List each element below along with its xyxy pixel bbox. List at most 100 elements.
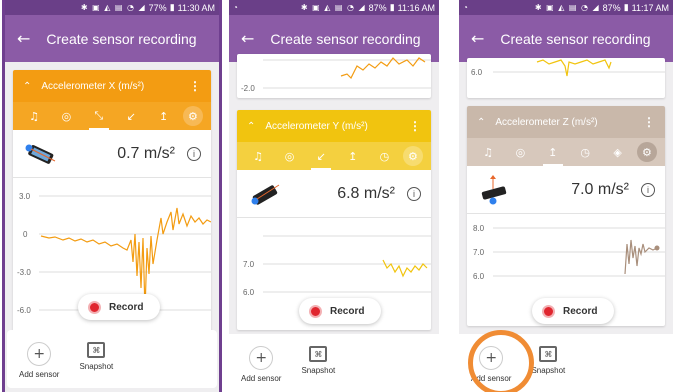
ambient-light-icon[interactable]: ◎ — [53, 110, 79, 123]
record-label: Record — [330, 305, 365, 317]
phone-screen-z: ◔ ✱ ▣ ◭ ▤ ◔ ◢ 87% ▮ 11:17 AM ← Create se… — [459, 0, 673, 392]
magnetometer-icon[interactable]: ◈ — [605, 146, 631, 159]
bottom-action-bar: + Add sensor ⌘ Snapshot — [459, 330, 673, 392]
sensor-card-header[interactable]: ⌃ Accelerometer Y (m/s²) ⋮ — [237, 110, 431, 142]
sensor-value: 6.8 m/s² — [337, 184, 395, 202]
record-button[interactable]: Record — [78, 294, 160, 320]
notification-icon: ◔ — [463, 3, 468, 12]
page-title: Create sensor recording — [270, 30, 421, 47]
sensor-reading-row: 6.8 m/s² i — [237, 170, 431, 218]
gear-icon[interactable]: ⚙ — [182, 106, 203, 126]
snapshot-icon: ⌘ — [539, 346, 558, 362]
previous-card-chart: 6.0 — [467, 58, 665, 98]
accel-y-icon[interactable]: ↙ — [308, 150, 334, 170]
accel-y-icon[interactable]: ↙ — [118, 110, 144, 123]
record-icon — [309, 304, 322, 318]
more-vert-icon[interactable]: ⋮ — [409, 119, 421, 133]
bottom-action-bar: + Add sensor ⌘ Snapshot — [7, 330, 217, 388]
sound-icon[interactable]: ♫ — [245, 150, 271, 163]
sensor-trace — [536, 59, 612, 77]
y-tick: -3.0 — [17, 268, 31, 277]
sensor-reading-row: 0.7 m/s² i — [13, 130, 211, 178]
status-bar: ◔ ✱ ▣ ◭ ▤ ◔ ◢ 87% ▮ 11:17 AM — [459, 0, 673, 15]
record-icon — [88, 300, 101, 314]
chart-endpoint — [654, 245, 660, 251]
sensor-tabs: ♫ ◎ ↙ ↥ ◷ ⚙ — [237, 142, 431, 170]
arrow-left-icon[interactable]: ← — [471, 29, 484, 48]
page-title: Create sensor recording — [46, 30, 197, 47]
sound-icon[interactable]: ♫ — [21, 110, 47, 123]
battery-percent: 87% — [368, 2, 387, 13]
y-tick: -6.0 — [17, 306, 31, 315]
gear-icon[interactable]: ⚙ — [402, 146, 423, 166]
arrow-left-icon[interactable]: ← — [17, 29, 30, 48]
phone-screen-x: ✱ ▣ ◭ ▤ ◔ ◢ 77% ▮ 11:30 AM ← Create sens… — [2, 0, 222, 392]
snapshot-button[interactable]: ⌘ Snapshot — [531, 346, 565, 375]
status-time: 11:30 AM — [177, 2, 215, 13]
accel-z-icon[interactable]: ↥ — [151, 110, 177, 123]
chevron-up-icon[interactable]: ⌃ — [247, 121, 255, 132]
highlight-circle — [468, 330, 534, 392]
screenshot-stage: ✱ ▣ ◭ ▤ ◔ ◢ 77% ▮ 11:30 AM ← Create sens… — [0, 0, 675, 392]
sensor-card-header[interactable]: ⌃ Accelerometer X (m/s²) ⋮ — [13, 70, 211, 102]
add-sensor-button[interactable]: + Add sensor — [19, 342, 59, 379]
app-bar: ← Create sensor recording — [459, 15, 673, 62]
bottom-action-bar: + Add sensor ⌘ Snapshot — [229, 334, 439, 392]
info-icon[interactable]: i — [641, 182, 655, 197]
status-icons: ✱ ▣ ◭ ▤ ◔ ◢ — [80, 3, 146, 12]
status-icons: ✱ ▣ ◭ ▤ ◔ ◢ — [300, 3, 366, 12]
y-tick: 7.0 — [473, 248, 485, 257]
more-vert-icon[interactable]: ⋮ — [189, 79, 201, 93]
accel-z-icon[interactable]: ↥ — [340, 150, 366, 163]
snapshot-label: Snapshot — [301, 366, 336, 375]
battery-icon: ▮ — [169, 2, 175, 12]
app-bar: ← Create sensor recording — [5, 15, 219, 62]
compass-icon[interactable]: ◷ — [572, 146, 598, 159]
record-icon — [542, 304, 555, 318]
add-sensor-label: Add sensor — [19, 370, 60, 379]
phone-screen-y: ◔ ✱ ▣ ◭ ▤ ◔ ◢ 87% ▮ 11:16 AM ← Create se… — [229, 0, 439, 392]
record-button[interactable]: Record — [532, 298, 614, 324]
record-label: Record — [109, 301, 144, 313]
info-icon[interactable]: i — [407, 186, 421, 201]
sensor-trace — [624, 239, 658, 275]
accel-x-icon[interactable]: ⤡ — [86, 109, 112, 130]
battery-percent: 87% — [602, 2, 621, 13]
status-time: 11:16 AM — [397, 2, 435, 13]
sensor-trace — [382, 259, 428, 278]
y-tick: 6.0 — [471, 68, 483, 77]
snapshot-button[interactable]: ⌘ Snapshot — [301, 346, 335, 375]
ambient-light-icon[interactable]: ◎ — [277, 150, 303, 163]
battery-icon: ▮ — [623, 2, 629, 12]
content-area: 6.0 ⌃ Accelerometer Z (m/s²) ⋮ ♫ ◎ ↥ ◷ ◈… — [459, 58, 673, 392]
add-sensor-button[interactable]: + Add sensor — [241, 346, 281, 383]
add-sensor-button[interactable]: + Add sensor — [468, 330, 534, 392]
arrow-left-icon[interactable]: ← — [241, 29, 254, 48]
sensor-chart: 8.0 7.0 6.0 — [467, 214, 665, 304]
status-bar: ◔ ✱ ▣ ◭ ▤ ◔ ◢ 87% ▮ 11:16 AM — [229, 0, 439, 15]
chevron-up-icon[interactable]: ⌃ — [477, 117, 485, 128]
record-button[interactable]: Record — [299, 298, 381, 324]
compass-icon[interactable]: ◷ — [371, 150, 397, 163]
snapshot-button[interactable]: ⌘ Snapshot — [79, 342, 113, 371]
ambient-light-icon[interactable]: ◎ — [507, 146, 533, 159]
battery-percent: 77% — [148, 2, 167, 13]
sensor-chart: 7.0 6.0 — [237, 218, 431, 308]
y-tick: 3.0 — [19, 192, 31, 201]
accel-z-icon[interactable]: ↥ — [540, 146, 566, 166]
chevron-up-icon[interactable]: ⌃ — [23, 81, 31, 92]
y-tick: 0 — [23, 230, 28, 239]
more-vert-icon[interactable]: ⋮ — [643, 115, 655, 129]
status-icons: ✱ ▣ ◭ ▤ ◔ ◢ — [534, 3, 600, 12]
info-icon[interactable]: i — [187, 146, 201, 161]
sensor-card: ⌃ Accelerometer Z (m/s²) ⋮ ♫ ◎ ↥ ◷ ◈ ⚙ 7… — [467, 106, 665, 326]
status-bar: ✱ ▣ ◭ ▤ ◔ ◢ 77% ▮ 11:30 AM — [5, 0, 219, 15]
gear-icon[interactable]: ⚙ — [636, 142, 657, 162]
snapshot-label: Snapshot — [79, 362, 114, 371]
phone-tilt-icon — [251, 184, 280, 205]
status-time: 11:17 AM — [631, 2, 669, 13]
notification-icon: ◔ — [233, 3, 238, 12]
sensor-card-header[interactable]: ⌃ Accelerometer Z (m/s²) ⋮ — [467, 106, 665, 138]
sensor-title: Accelerometer X (m/s²) — [41, 80, 145, 92]
sound-icon[interactable]: ♫ — [475, 146, 501, 159]
